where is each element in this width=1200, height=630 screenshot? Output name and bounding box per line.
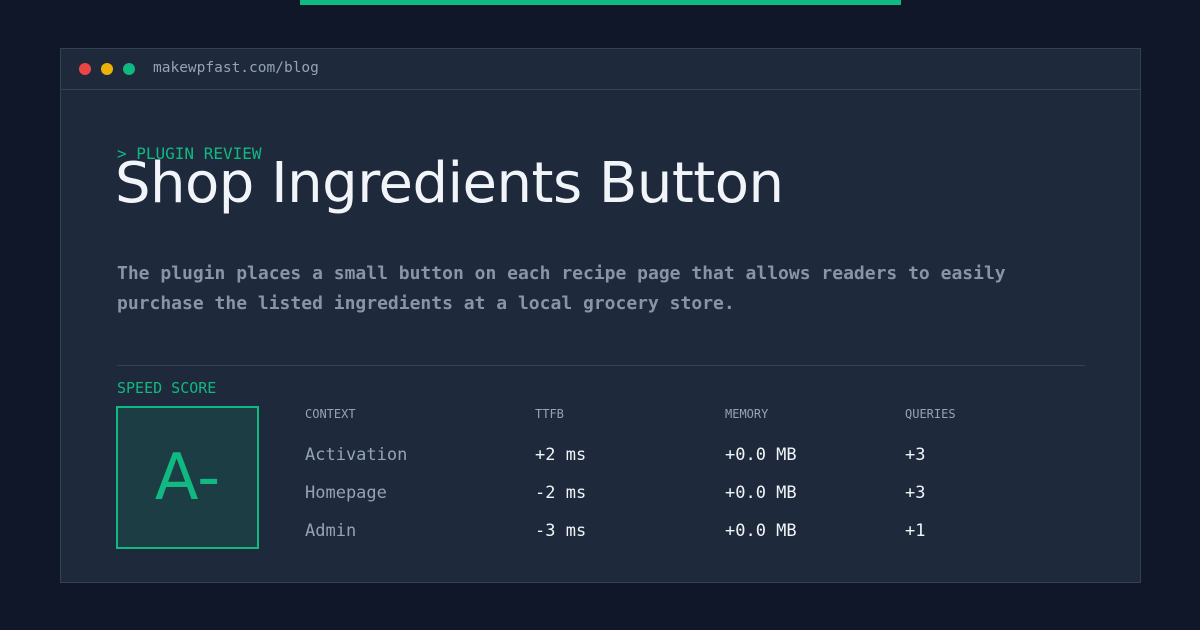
maximize-dot-icon[interactable] <box>123 63 135 75</box>
column-header-memory: MEMORY <box>725 407 769 421</box>
section-divider <box>117 365 1085 366</box>
window-titlebar: makewpfast.com/blog <box>61 49 1140 90</box>
row-admin-ttfb: -3 ms <box>535 521 587 541</box>
top-accent-bar <box>300 0 901 5</box>
column-header-context: CONTEXT <box>305 407 356 421</box>
column-header-queries: QUERIES <box>905 407 956 421</box>
minimize-dot-icon[interactable] <box>101 63 113 75</box>
article-description: The plugin places a small button on each… <box>117 263 1006 314</box>
row-activation-context: Activation <box>305 445 408 465</box>
row-homepage-queries: +3 <box>905 483 926 503</box>
row-activation-ttfb: +2 ms <box>535 445 587 465</box>
speed-grade: A- <box>154 441 221 515</box>
row-homepage-ttfb: -2 ms <box>535 483 587 503</box>
column-header-ttfb: TTFB <box>535 407 564 421</box>
close-dot-icon[interactable] <box>79 63 91 75</box>
page-title: Shop Ingredients Button <box>115 151 784 216</box>
speed-score-badge: A- <box>116 406 259 549</box>
address-url[interactable]: makewpfast.com/blog <box>153 59 319 77</box>
row-admin-context: Admin <box>305 521 357 541</box>
row-homepage-memory: +0.0 MB <box>725 483 797 503</box>
row-admin-memory: +0.0 MB <box>725 521 797 541</box>
speed-score-label: SPEED SCORE <box>117 379 217 397</box>
row-activation-memory: +0.0 MB <box>725 445 797 465</box>
browser-window: makewpfast.com/blog > PLUGIN REVIEW Shop… <box>60 48 1141 583</box>
row-activation-queries: +3 <box>905 445 926 465</box>
row-homepage-context: Homepage <box>305 483 387 503</box>
performance-table: CONTEXT TTFB MEMORY QUERIES Activation +… <box>305 407 1085 547</box>
row-admin-queries: +1 <box>905 521 926 541</box>
